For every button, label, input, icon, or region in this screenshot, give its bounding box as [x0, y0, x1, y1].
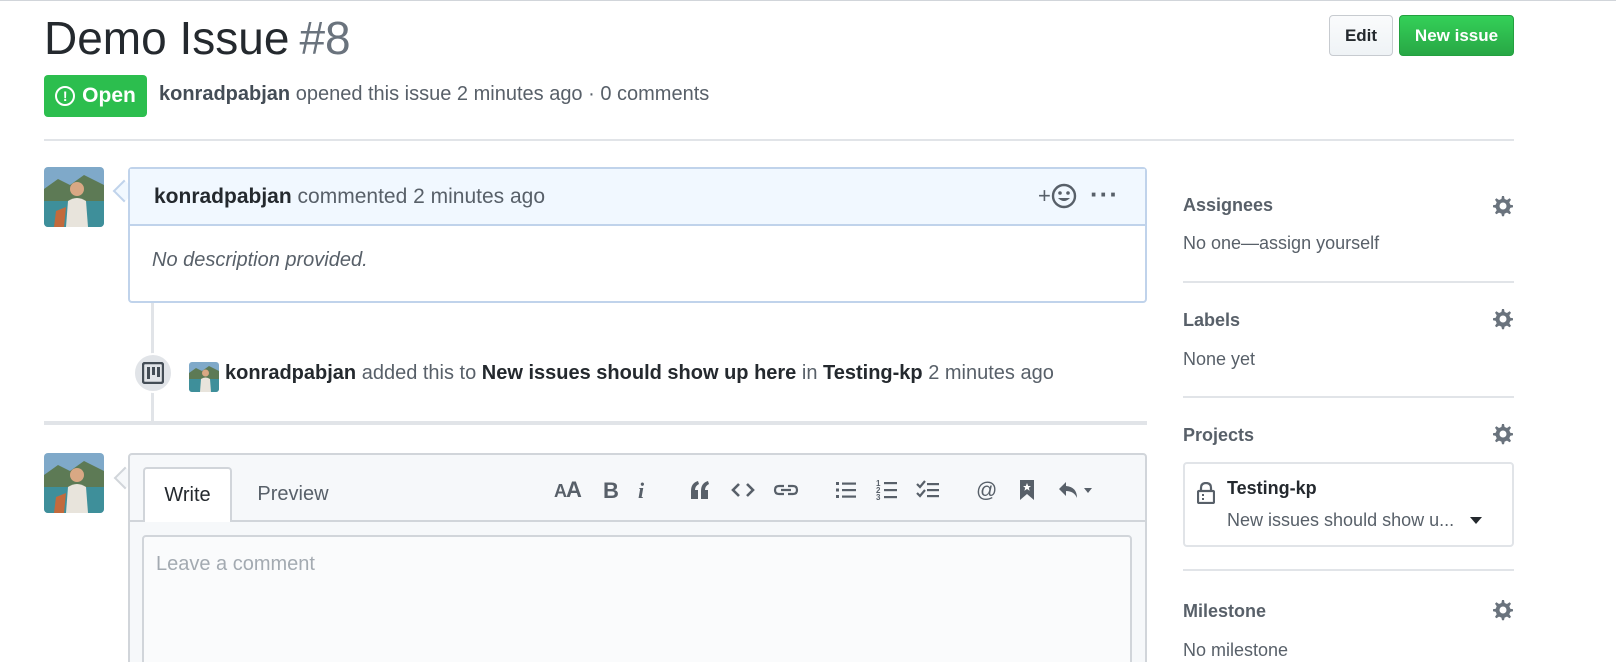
- issue-title-text: Demo Issue: [44, 12, 290, 64]
- issue-opened-text: opened this issue 2 minutes ago · 0 comm…: [295, 83, 710, 105]
- chevron-down-icon: [1470, 516, 1483, 524]
- comment-author-link[interactable]: konradpabjan: [154, 185, 292, 208]
- timeline-event: konradpabjan added this to New issues sh…: [225, 362, 1054, 385]
- heading-icon[interactable]: AA: [553, 475, 583, 505]
- issue-opened-icon: !: [55, 86, 76, 106]
- status-badge-label: Open: [82, 84, 136, 107]
- gear-icon[interactable]: [1492, 308, 1514, 330]
- tab-write[interactable]: Write: [143, 467, 232, 522]
- timeline-divider: [44, 421, 1147, 425]
- current-user-avatar[interactable]: [44, 453, 104, 513]
- comment-textarea[interactable]: Leave a comment: [142, 535, 1132, 662]
- avatar[interactable]: [44, 167, 104, 227]
- link-icon[interactable]: [772, 475, 800, 505]
- labels-value: None yet: [1183, 349, 1256, 369]
- top-border: [0, 0, 1616, 1]
- comment-meta: commented 2 minutes ago: [297, 185, 546, 208]
- event-project-link[interactable]: Testing-kp: [823, 362, 923, 384]
- comment-body: No description provided.: [152, 249, 368, 271]
- event-actor-link[interactable]: konradpabjan: [225, 362, 356, 384]
- sidebar-divider: [1183, 396, 1514, 398]
- quote-icon[interactable]: [687, 475, 713, 505]
- projects-title[interactable]: Projects: [1183, 425, 1254, 446]
- svg-text:@: @: [976, 479, 997, 502]
- gear-icon[interactable]: [1492, 423, 1514, 445]
- issue-number: #8: [299, 12, 351, 64]
- event-time: 2 minutes ago: [928, 362, 1054, 384]
- event-avatar[interactable]: [189, 362, 219, 392]
- comment-options-button[interactable]: ···: [1090, 179, 1119, 210]
- sidebar-divider: [1183, 281, 1514, 283]
- comment-textarea-placeholder: Leave a comment: [156, 553, 315, 575]
- project-name-link[interactable]: Testing-kp: [1227, 478, 1317, 499]
- svg-text:3: 3: [876, 493, 881, 501]
- mention-icon[interactable]: @: [974, 475, 1000, 505]
- project-card[interactable]: Testing-kp New issues should show u...: [1183, 462, 1514, 547]
- add-reaction-button[interactable]: +: [1038, 183, 1077, 209]
- reply-icon[interactable]: [1055, 475, 1099, 505]
- project-column-select[interactable]: New issues should show u...: [1227, 510, 1483, 531]
- reaction-plus: +: [1038, 183, 1051, 208]
- gear-icon[interactable]: [1492, 599, 1514, 621]
- project-event-badge: [133, 353, 173, 393]
- issue-author-link[interactable]: konradpabjan: [159, 83, 290, 105]
- assignees-title[interactable]: Assignees: [1183, 195, 1273, 216]
- event-preposition: in: [801, 362, 818, 384]
- bookmark-icon[interactable]: [1016, 475, 1038, 505]
- sidebar-divider: [1183, 569, 1514, 571]
- svg-text:B: B: [603, 479, 618, 501]
- comment-box: konradpabjan commented 2 minutes ago + ·…: [128, 167, 1147, 303]
- event-column-link[interactable]: New issues should show up here: [482, 362, 797, 384]
- lock-icon: [1197, 482, 1215, 504]
- edit-button[interactable]: Edit: [1329, 15, 1393, 56]
- assignees-value[interactable]: No one—assign yourself: [1183, 233, 1379, 254]
- tab-preview[interactable]: Preview: [243, 467, 343, 522]
- gear-icon[interactable]: [1492, 195, 1514, 217]
- new-issue-button[interactable]: New issue: [1399, 15, 1514, 56]
- bold-icon[interactable]: B: [598, 475, 622, 505]
- project-column-value: New issues should show u...: [1227, 510, 1455, 530]
- comment-header-text: konradpabjan commented 2 minutes ago: [154, 185, 545, 209]
- svg-text:A: A: [566, 479, 582, 501]
- italic-icon[interactable]: i: [632, 475, 652, 505]
- status-badge: ! Open: [44, 75, 147, 117]
- labels-title[interactable]: Labels: [1183, 310, 1240, 331]
- issue-meta: konradpabjan opened this issue 2 minutes…: [159, 83, 709, 106]
- svg-text:i: i: [638, 479, 645, 501]
- unordered-list-icon[interactable]: [833, 475, 859, 505]
- code-icon[interactable]: [730, 475, 756, 505]
- ordered-list-icon[interactable]: 123: [874, 475, 900, 505]
- header-divider: [44, 139, 1514, 141]
- smiley-icon: [1051, 183, 1077, 209]
- event-verb: added this to: [361, 362, 477, 384]
- task-list-icon[interactable]: [914, 475, 942, 505]
- comment-editor: Write Preview AA B i 123 @ Leave a comme…: [128, 453, 1147, 662]
- milestone-title[interactable]: Milestone: [1183, 601, 1266, 622]
- comment-header: konradpabjan commented 2 minutes ago + ·…: [130, 169, 1145, 226]
- milestone-value: No milestone: [1183, 640, 1289, 660]
- issue-title: Demo Issue #8: [44, 10, 351, 66]
- project-icon: [142, 362, 164, 384]
